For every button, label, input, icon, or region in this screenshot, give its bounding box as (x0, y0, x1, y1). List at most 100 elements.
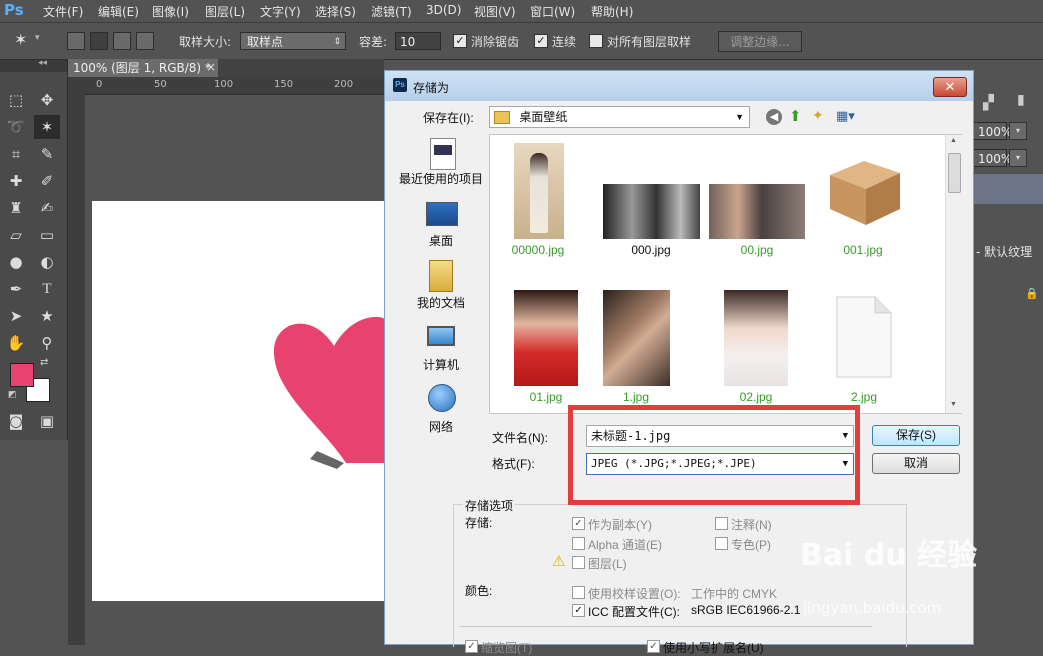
cancel-button[interactable]: 取消 (872, 453, 960, 474)
opacity-input[interactable]: 100% (973, 122, 1012, 140)
lowercase-ext-checkbox[interactable]: ✓ (647, 640, 660, 653)
dodge-icon[interactable]: ◐ (34, 250, 60, 274)
all-layers-checkbox[interactable] (589, 34, 603, 48)
file-name[interactable]: 00000.jpg (488, 243, 588, 257)
back-icon[interactable]: ◀ (766, 109, 782, 125)
file-thumbnail-000[interactable] (603, 184, 700, 239)
place-my-documents[interactable]: 我的文档 (393, 294, 489, 311)
stamp-icon[interactable]: ♜ (3, 196, 29, 220)
document-canvas[interactable] (92, 201, 384, 601)
menu-filter[interactable]: 滤镜(T) (371, 3, 412, 20)
thumbnail-checkbox[interactable]: ✓ (465, 640, 478, 653)
new-folder-icon[interactable]: ✦ (812, 107, 824, 124)
pen-icon[interactable]: ✒ (3, 277, 29, 301)
swap-colors-icon[interactable]: ⇄ (40, 357, 48, 368)
crop-icon[interactable]: ⌗ (3, 142, 29, 166)
intersect-selection-icon[interactable] (136, 32, 154, 50)
my-documents-icon[interactable] (429, 260, 453, 292)
menu-file[interactable]: 文件(F) (43, 3, 83, 20)
antialias-checkbox[interactable]: ✓ (453, 34, 467, 48)
up-folder-icon[interactable]: ⬆ (789, 107, 802, 125)
magic-wand-tool-icon[interactable]: ✶ (34, 115, 60, 139)
contiguous-checkbox[interactable]: ✓ (534, 34, 548, 48)
opacity-dropdown-icon[interactable]: ▾ (1009, 122, 1027, 140)
file-list-scrollbar[interactable]: ▲ ▼ (945, 135, 962, 413)
fill-input[interactable]: 100% (973, 149, 1012, 167)
desktop-icon[interactable] (426, 202, 458, 226)
spot-checkbox[interactable] (715, 537, 728, 550)
brush-icon[interactable]: ✐ (34, 169, 60, 193)
network-icon[interactable] (428, 384, 456, 412)
document-tab[interactable]: 100% (图层 1, RGB/8) * (68, 59, 218, 77)
place-desktop[interactable]: 桌面 (393, 232, 489, 249)
tolerance-input[interactable]: 10 (395, 32, 441, 50)
alpha-checkbox[interactable] (572, 537, 585, 550)
proof-checkbox[interactable] (572, 586, 585, 599)
gradient-icon[interactable]: ▭ (34, 223, 60, 247)
lock-icon[interactable]: 🔒 (1025, 287, 1039, 300)
selected-layer-row[interactable] (973, 174, 1043, 204)
foreground-color-swatch[interactable] (10, 363, 34, 387)
file-name[interactable]: 2.jpg (814, 390, 914, 404)
icc-checkbox[interactable]: ✓ (572, 604, 585, 617)
recent-items-icon[interactable] (430, 138, 456, 170)
hand-icon[interactable]: ✋ (3, 331, 29, 355)
file-name[interactable]: 001.jpg (813, 243, 913, 257)
fill-dropdown-icon[interactable]: ▾ (1009, 149, 1027, 167)
blur-icon[interactable]: ● (3, 250, 29, 274)
menu-type[interactable]: 文字(Y) (260, 3, 301, 20)
magic-wand-icon[interactable]: ✶ (14, 30, 27, 49)
menu-3d[interactable]: 3D(D) (426, 3, 461, 17)
marquee-icon[interactable]: ⬚ (3, 88, 29, 112)
scrollbar-thumb[interactable] (948, 153, 961, 193)
computer-icon[interactable] (427, 326, 455, 346)
notes-checkbox[interactable] (715, 517, 728, 530)
refine-edge-button[interactable]: 调整边缘... (718, 31, 802, 52)
file-thumbnail-2[interactable] (833, 293, 895, 381)
scroll-down-icon[interactable]: ▼ (950, 401, 957, 408)
file-name[interactable]: 02.jpg (706, 390, 806, 404)
close-tab-icon[interactable]: × (206, 60, 216, 74)
menu-image[interactable]: 图像(I) (152, 3, 189, 20)
subtract-selection-icon[interactable] (113, 32, 131, 50)
quick-mask-icon[interactable]: ◙ (3, 409, 29, 433)
menu-edit[interactable]: 编辑(E) (98, 3, 139, 20)
file-name[interactable]: 01.jpg (496, 390, 596, 404)
file-thumbnail-01[interactable] (514, 290, 578, 386)
move-icon[interactable]: ✥ (34, 88, 60, 112)
zoom-icon[interactable]: ⚲ (34, 331, 60, 355)
close-button[interactable]: ✕ (933, 77, 967, 97)
lasso-icon[interactable]: ➰ (3, 115, 29, 139)
panel-icon[interactable]: ▮ (1017, 92, 1025, 108)
eyedropper-icon[interactable]: ✎ (34, 142, 60, 166)
adjustment-icon[interactable]: ▞ (983, 95, 994, 111)
file-name[interactable]: 000.jpg (601, 243, 701, 257)
save-in-dropdown[interactable]: 桌面壁纸 ▼ (489, 106, 750, 128)
file-name[interactable]: 00.jpg (707, 243, 807, 257)
place-network[interactable]: 网络 (393, 418, 489, 435)
view-menu-icon[interactable]: ▦▾ (836, 108, 855, 124)
sample-size-dropdown[interactable]: 取样点 ⇕ (240, 32, 346, 50)
shape-icon[interactable]: ★ (34, 304, 60, 328)
scroll-up-icon[interactable]: ▲ (950, 137, 957, 144)
place-recent[interactable]: 最近使用的项目 (393, 170, 489, 187)
file-thumbnail-001[interactable] (824, 153, 904, 227)
tool-preset-chevron-icon[interactable]: ▾ (35, 33, 40, 43)
as-copy-checkbox[interactable]: ✓ (572, 517, 585, 530)
menu-select[interactable]: 选择(S) (315, 3, 356, 20)
file-name[interactable]: 1.jpg (586, 390, 686, 404)
file-thumbnail-1[interactable] (603, 290, 670, 386)
save-button[interactable]: 保存(S) (872, 425, 960, 446)
default-colors-icon[interactable]: ◩ (8, 390, 17, 400)
file-thumbnail-00000[interactable] (514, 143, 564, 239)
healing-brush-icon[interactable]: ✚ (3, 169, 29, 193)
new-selection-icon[interactable] (67, 32, 85, 50)
type-icon[interactable]: T (34, 277, 60, 301)
add-selection-icon[interactable] (90, 32, 108, 50)
eraser-icon[interactable]: ▱ (3, 223, 29, 247)
layers-checkbox[interactable] (572, 556, 585, 569)
screen-mode-icon[interactable]: ▣ (34, 409, 60, 433)
menu-layer[interactable]: 图层(L) (205, 3, 245, 20)
file-thumbnail-02[interactable] (724, 290, 788, 386)
history-brush-icon[interactable]: ✍ (34, 196, 60, 220)
